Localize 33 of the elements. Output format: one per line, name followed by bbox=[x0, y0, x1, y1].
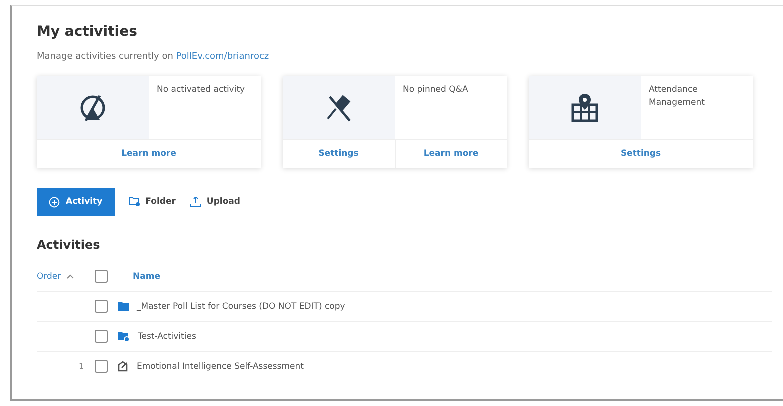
shared-folder-icon bbox=[118, 332, 130, 342]
activity-name[interactable]: Test-Activities bbox=[138, 332, 196, 342]
activity-name[interactable]: Emotional Intelligence Self-Assessment bbox=[137, 362, 304, 372]
select-all-checkbox[interactable] bbox=[95, 270, 108, 283]
card-link[interactable]: Learn more bbox=[37, 140, 261, 168]
card-text: No pinned Q&A bbox=[402, 84, 470, 97]
chevron-up-icon bbox=[67, 274, 74, 279]
map-grid-icon bbox=[569, 92, 601, 122]
folder-button[interactable]: Folder bbox=[128, 197, 176, 207]
name-column-header[interactable]: Name bbox=[133, 272, 160, 282]
order-column-header[interactable]: Order bbox=[37, 272, 62, 282]
broadcast-off-icon bbox=[78, 92, 108, 122]
survey-icon bbox=[118, 361, 129, 372]
card-link[interactable]: Settings bbox=[529, 140, 753, 168]
card-text: No activated activity bbox=[156, 84, 246, 97]
plus-circle-icon bbox=[49, 196, 60, 208]
folder-icon bbox=[118, 302, 129, 311]
order-number: 1 bbox=[79, 362, 84, 371]
upload-button[interactable]: Upload bbox=[190, 196, 240, 208]
row-checkbox[interactable] bbox=[95, 330, 108, 343]
card-link[interactable]: Settings bbox=[283, 140, 394, 168]
activity-name[interactable]: _Master Poll List for Courses (DO NOT EDIT) copy bbox=[137, 302, 346, 312]
page-title: My activities bbox=[37, 24, 138, 40]
row-checkbox[interactable] bbox=[95, 360, 108, 373]
add-folder-icon bbox=[128, 197, 141, 207]
card-text: Attendance Management bbox=[648, 84, 706, 110]
upload-icon bbox=[190, 196, 202, 208]
add-activity-button[interactable]: Activity bbox=[37, 188, 115, 216]
account-link[interactable]: PollEv.com/brianrocz bbox=[176, 52, 270, 62]
page-description: Manage activities currently on PollEv.com/brianrocz bbox=[37, 52, 270, 62]
card-link[interactable]: Learn more bbox=[394, 140, 507, 168]
section-title: Activities bbox=[37, 238, 102, 252]
row-checkbox[interactable] bbox=[95, 300, 108, 313]
